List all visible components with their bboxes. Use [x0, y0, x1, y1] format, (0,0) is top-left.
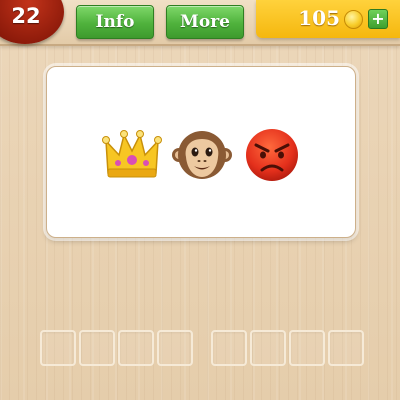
answer-slot[interactable] — [328, 330, 364, 366]
level-number: 22 — [11, 4, 41, 28]
puzzle-card — [46, 66, 356, 238]
more-button[interactable]: More — [166, 5, 244, 39]
answer-slot[interactable] — [79, 330, 115, 366]
answer-slot[interactable] — [157, 330, 193, 366]
angry-face-icon — [242, 125, 302, 185]
crown-icon — [102, 125, 162, 185]
coin-icon — [344, 10, 363, 29]
level-badge: 22 — [0, 0, 64, 44]
answer-slot[interactable] — [289, 330, 325, 366]
add-coins-button[interactable]: + — [368, 9, 388, 29]
info-button[interactable]: Info — [76, 5, 154, 39]
monkey-face-icon — [172, 125, 232, 185]
top-bar: 22 Info More 105 + — [0, 0, 400, 46]
emoji-clue-row — [102, 125, 302, 185]
coin-panel: 105 + — [256, 0, 400, 38]
answer-slot[interactable] — [40, 330, 76, 366]
coin-count: 105 — [298, 6, 340, 30]
answer-slot[interactable] — [250, 330, 286, 366]
answer-slot[interactable] — [211, 330, 247, 366]
answer-slot[interactable] — [118, 330, 154, 366]
